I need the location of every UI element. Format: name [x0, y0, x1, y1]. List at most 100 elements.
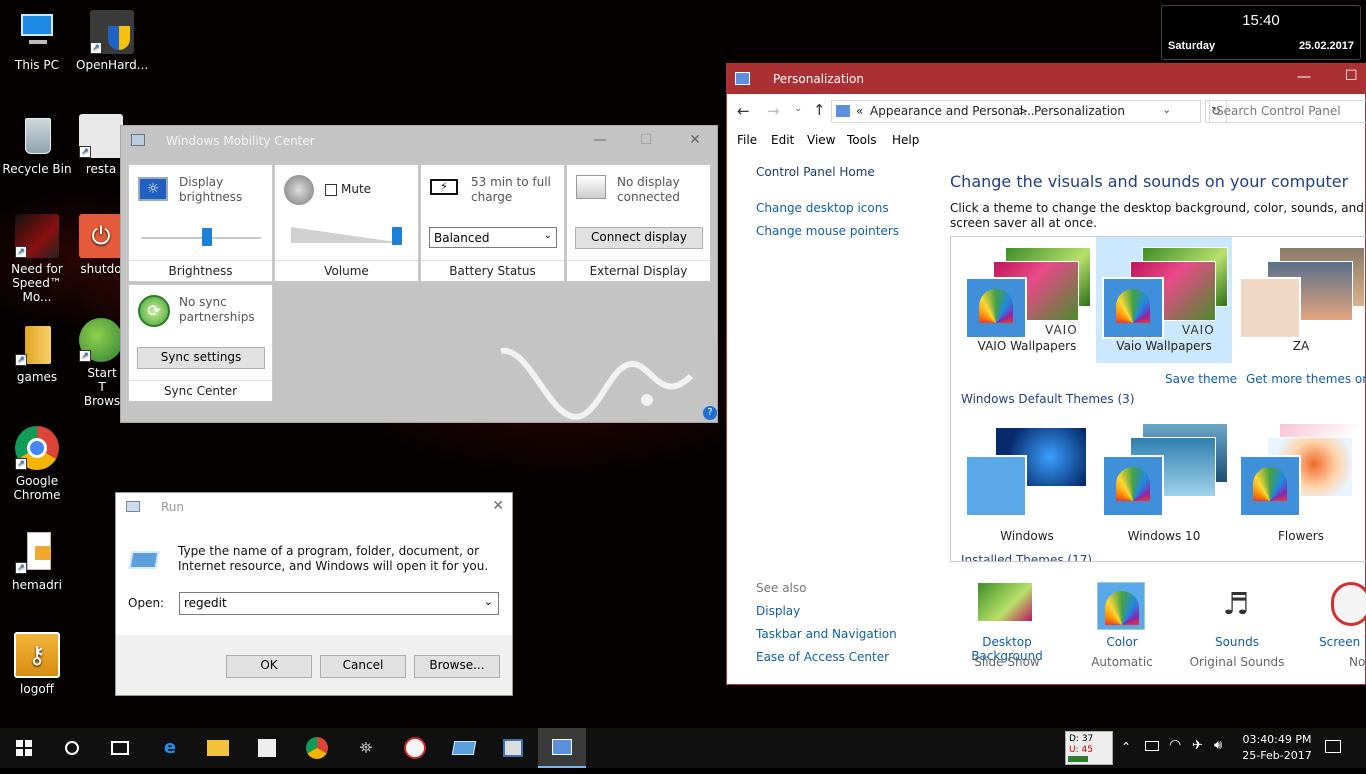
- store-taskbar-button[interactable]: [243, 728, 291, 768]
- desktop-icon-openhardwaremonitor[interactable]: ↗ OpenHard...: [76, 10, 148, 72]
- screen-saver-label[interactable]: Screen Saver: [1319, 635, 1366, 649]
- minimize-button[interactable]: —: [577, 126, 623, 156]
- clock-widget: 15:40 Saturday 25.02.2017: [1161, 5, 1361, 60]
- search-box[interactable]: Search Control Panel: [1209, 100, 1366, 123]
- menu-tools[interactable]: Tools: [847, 133, 877, 147]
- sync-settings-button[interactable]: Sync settings: [137, 347, 265, 369]
- file-explorer-taskbar-button[interactable]: [194, 728, 242, 768]
- remote-desktop-taskbar-button[interactable]: [489, 728, 537, 768]
- menu-help[interactable]: Help: [892, 133, 919, 147]
- color-setting[interactable]: Color Automatic: [1077, 582, 1167, 672]
- start-button[interactable]: [0, 728, 48, 768]
- desktop-icon-restart[interactable]: ↗ resta: [76, 114, 126, 176]
- brightness-slider-thumb[interactable]: [202, 228, 212, 246]
- ease-of-access-link[interactable]: Ease of Access Center: [756, 650, 889, 664]
- desktop-icon-recycle-bin[interactable]: Recycle Bin: [1, 114, 73, 176]
- action-center-icon[interactable]: [1325, 740, 1341, 753]
- wifi-icon[interactable]: ◠: [1169, 737, 1181, 753]
- airplane-icon[interactable]: ✈: [1192, 738, 1203, 753]
- compass-app-taskbar-button[interactable]: [391, 728, 439, 768]
- help-icon[interactable]: ?: [703, 406, 717, 420]
- brightness-slider-track[interactable]: [141, 237, 261, 239]
- search-button[interactable]: [48, 728, 96, 768]
- theme-label: Flowers: [1278, 529, 1324, 543]
- back-arrow-icon[interactable]: ←: [737, 102, 750, 120]
- remote-app-taskbar-button[interactable]: ⛯: [342, 728, 390, 768]
- run-taskbar-button[interactable]: [440, 728, 488, 768]
- theme-windows-10[interactable]: Windows 10: [1096, 417, 1232, 543]
- battery-icon[interactable]: [1145, 741, 1159, 751]
- task-view-button[interactable]: [96, 728, 144, 768]
- connect-display-button[interactable]: Connect display: [575, 227, 703, 249]
- screen-saver-setting[interactable]: Screen Saver None: [1315, 582, 1366, 672]
- sounds-label[interactable]: Sounds: [1187, 635, 1287, 649]
- run-titlebar[interactable]: Run ✕: [116, 493, 512, 521]
- control-panel-home-link[interactable]: Control Panel Home: [756, 165, 875, 179]
- save-theme-link[interactable]: Save theme: [1165, 372, 1237, 386]
- minimize-button[interactable]: —: [1297, 69, 1311, 85]
- sounds-setting[interactable]: ♬ Sounds Original Sounds: [1187, 582, 1287, 672]
- menu-file[interactable]: File: [737, 133, 757, 147]
- desktop-icon-google-chrome[interactable]: ↗ Google Chrome: [1, 426, 73, 502]
- desktop-icon-shutdown[interactable]: ⏻ shutdo: [76, 214, 126, 276]
- run-close-button[interactable]: ✕: [492, 498, 504, 514]
- volume-slider-thumb[interactable]: [392, 227, 403, 245]
- theme-vaio-wallpapers-2-selected[interactable]: VAIO Vaio Wallpapers: [1096, 237, 1232, 363]
- desktop-icon-start-browser[interactable]: ↗ Start T Brows: [76, 318, 126, 408]
- taskbar-date[interactable]: 25-Feb-2017: [1238, 749, 1316, 762]
- mobility-titlebar[interactable]: Windows Mobility Center — ☐ ✕: [121, 126, 717, 156]
- shield-app-icon: ↗: [90, 10, 134, 54]
- battery-label: Battery Status: [421, 260, 564, 278]
- search-circle-icon: [65, 741, 79, 755]
- menu-view[interactable]: View: [807, 133, 835, 147]
- desktop-icon-need-for-speed[interactable]: ↗ Need for Speed™ Mo...: [1, 214, 73, 304]
- control-panel-taskbar-button-active[interactable]: [538, 728, 586, 768]
- display-link[interactable]: Display: [756, 604, 800, 618]
- folder-icon: ↗: [15, 322, 59, 366]
- run-ok-button[interactable]: OK: [226, 655, 312, 678]
- get-more-themes-link[interactable]: Get more themes online: [1246, 372, 1366, 386]
- theme-flowers[interactable]: Flowers: [1233, 417, 1366, 543]
- desktop-icon-logoff[interactable]: ⚷ logoff: [1, 632, 73, 696]
- open-input-value[interactable]: regedit: [184, 596, 227, 610]
- address-bar[interactable]: « Appearance and Personal... > Personali…: [831, 100, 1201, 123]
- power-plan-select[interactable]: Balanced ⌄: [429, 227, 557, 248]
- change-desktop-icons-link[interactable]: Change desktop icons: [756, 201, 889, 215]
- desktop-icon-games[interactable]: ↗ games: [1, 322, 73, 384]
- maximize-button[interactable]: ☐: [1345, 68, 1358, 84]
- edge-taskbar-button[interactable]: e: [146, 728, 194, 768]
- chrome-taskbar-button[interactable]: [293, 728, 341, 768]
- volume-icon[interactable]: 🔊︎: [1214, 738, 1222, 753]
- recent-chevron-icon[interactable]: ⌄: [794, 103, 802, 114]
- menu-edit[interactable]: Edit: [771, 133, 794, 147]
- desktop-background-setting[interactable]: Desktop Background Slide Show: [947, 582, 1067, 672]
- close-button[interactable]: ✕: [672, 126, 718, 156]
- personalization-titlebar[interactable]: Personalization — ☐: [727, 64, 1365, 94]
- change-mouse-pointers-link[interactable]: Change mouse pointers: [756, 224, 899, 238]
- maximize-button[interactable]: ☐: [623, 126, 669, 156]
- desktop-icon-this-pc[interactable]: This PC: [1, 10, 73, 72]
- taskbar-navigation-link[interactable]: Taskbar and Navigation: [756, 627, 897, 641]
- mute-checkbox[interactable]: [325, 184, 337, 196]
- color-label[interactable]: Color: [1077, 635, 1167, 649]
- theme-windows[interactable]: Windows: [959, 417, 1095, 543]
- theme-za[interactable]: ZA: [1233, 239, 1366, 365]
- themes-list[interactable]: VAIO VAIO Wallpapers VAIO Vaio Wallpaper…: [950, 236, 1366, 562]
- run-browse-button[interactable]: Browse...: [414, 655, 500, 678]
- taskbar-time[interactable]: 03:40:49 PM: [1238, 733, 1316, 746]
- theme-color-chip: [1239, 277, 1301, 339]
- breadcrumb-personalization[interactable]: Personalization: [1034, 104, 1125, 118]
- forward-arrow-icon[interactable]: →: [767, 102, 780, 120]
- chevron-down-icon[interactable]: ⌄: [1162, 103, 1171, 116]
- open-combobox[interactable]: regedit ⌄: [179, 592, 499, 615]
- battery-plug-icon: ⚡: [430, 179, 458, 195]
- run-cancel-button[interactable]: Cancel: [320, 655, 406, 678]
- key-icon: ⚷: [14, 632, 60, 678]
- breadcrumb-appearance[interactable]: Appearance and Personal...: [870, 104, 1035, 118]
- chevron-up-icon[interactable]: ⌃: [1121, 740, 1131, 754]
- theme-label: VAIO Wallpapers: [977, 339, 1077, 353]
- desktop-icon-hemadri[interactable]: ↗ hemadri: [1, 530, 73, 592]
- up-arrow-icon[interactable]: ↑: [813, 101, 826, 119]
- search-input[interactable]: Search Control Panel: [1216, 104, 1341, 118]
- theme-vaio-wallpapers-1[interactable]: VAIO VAIO Wallpapers: [959, 239, 1095, 365]
